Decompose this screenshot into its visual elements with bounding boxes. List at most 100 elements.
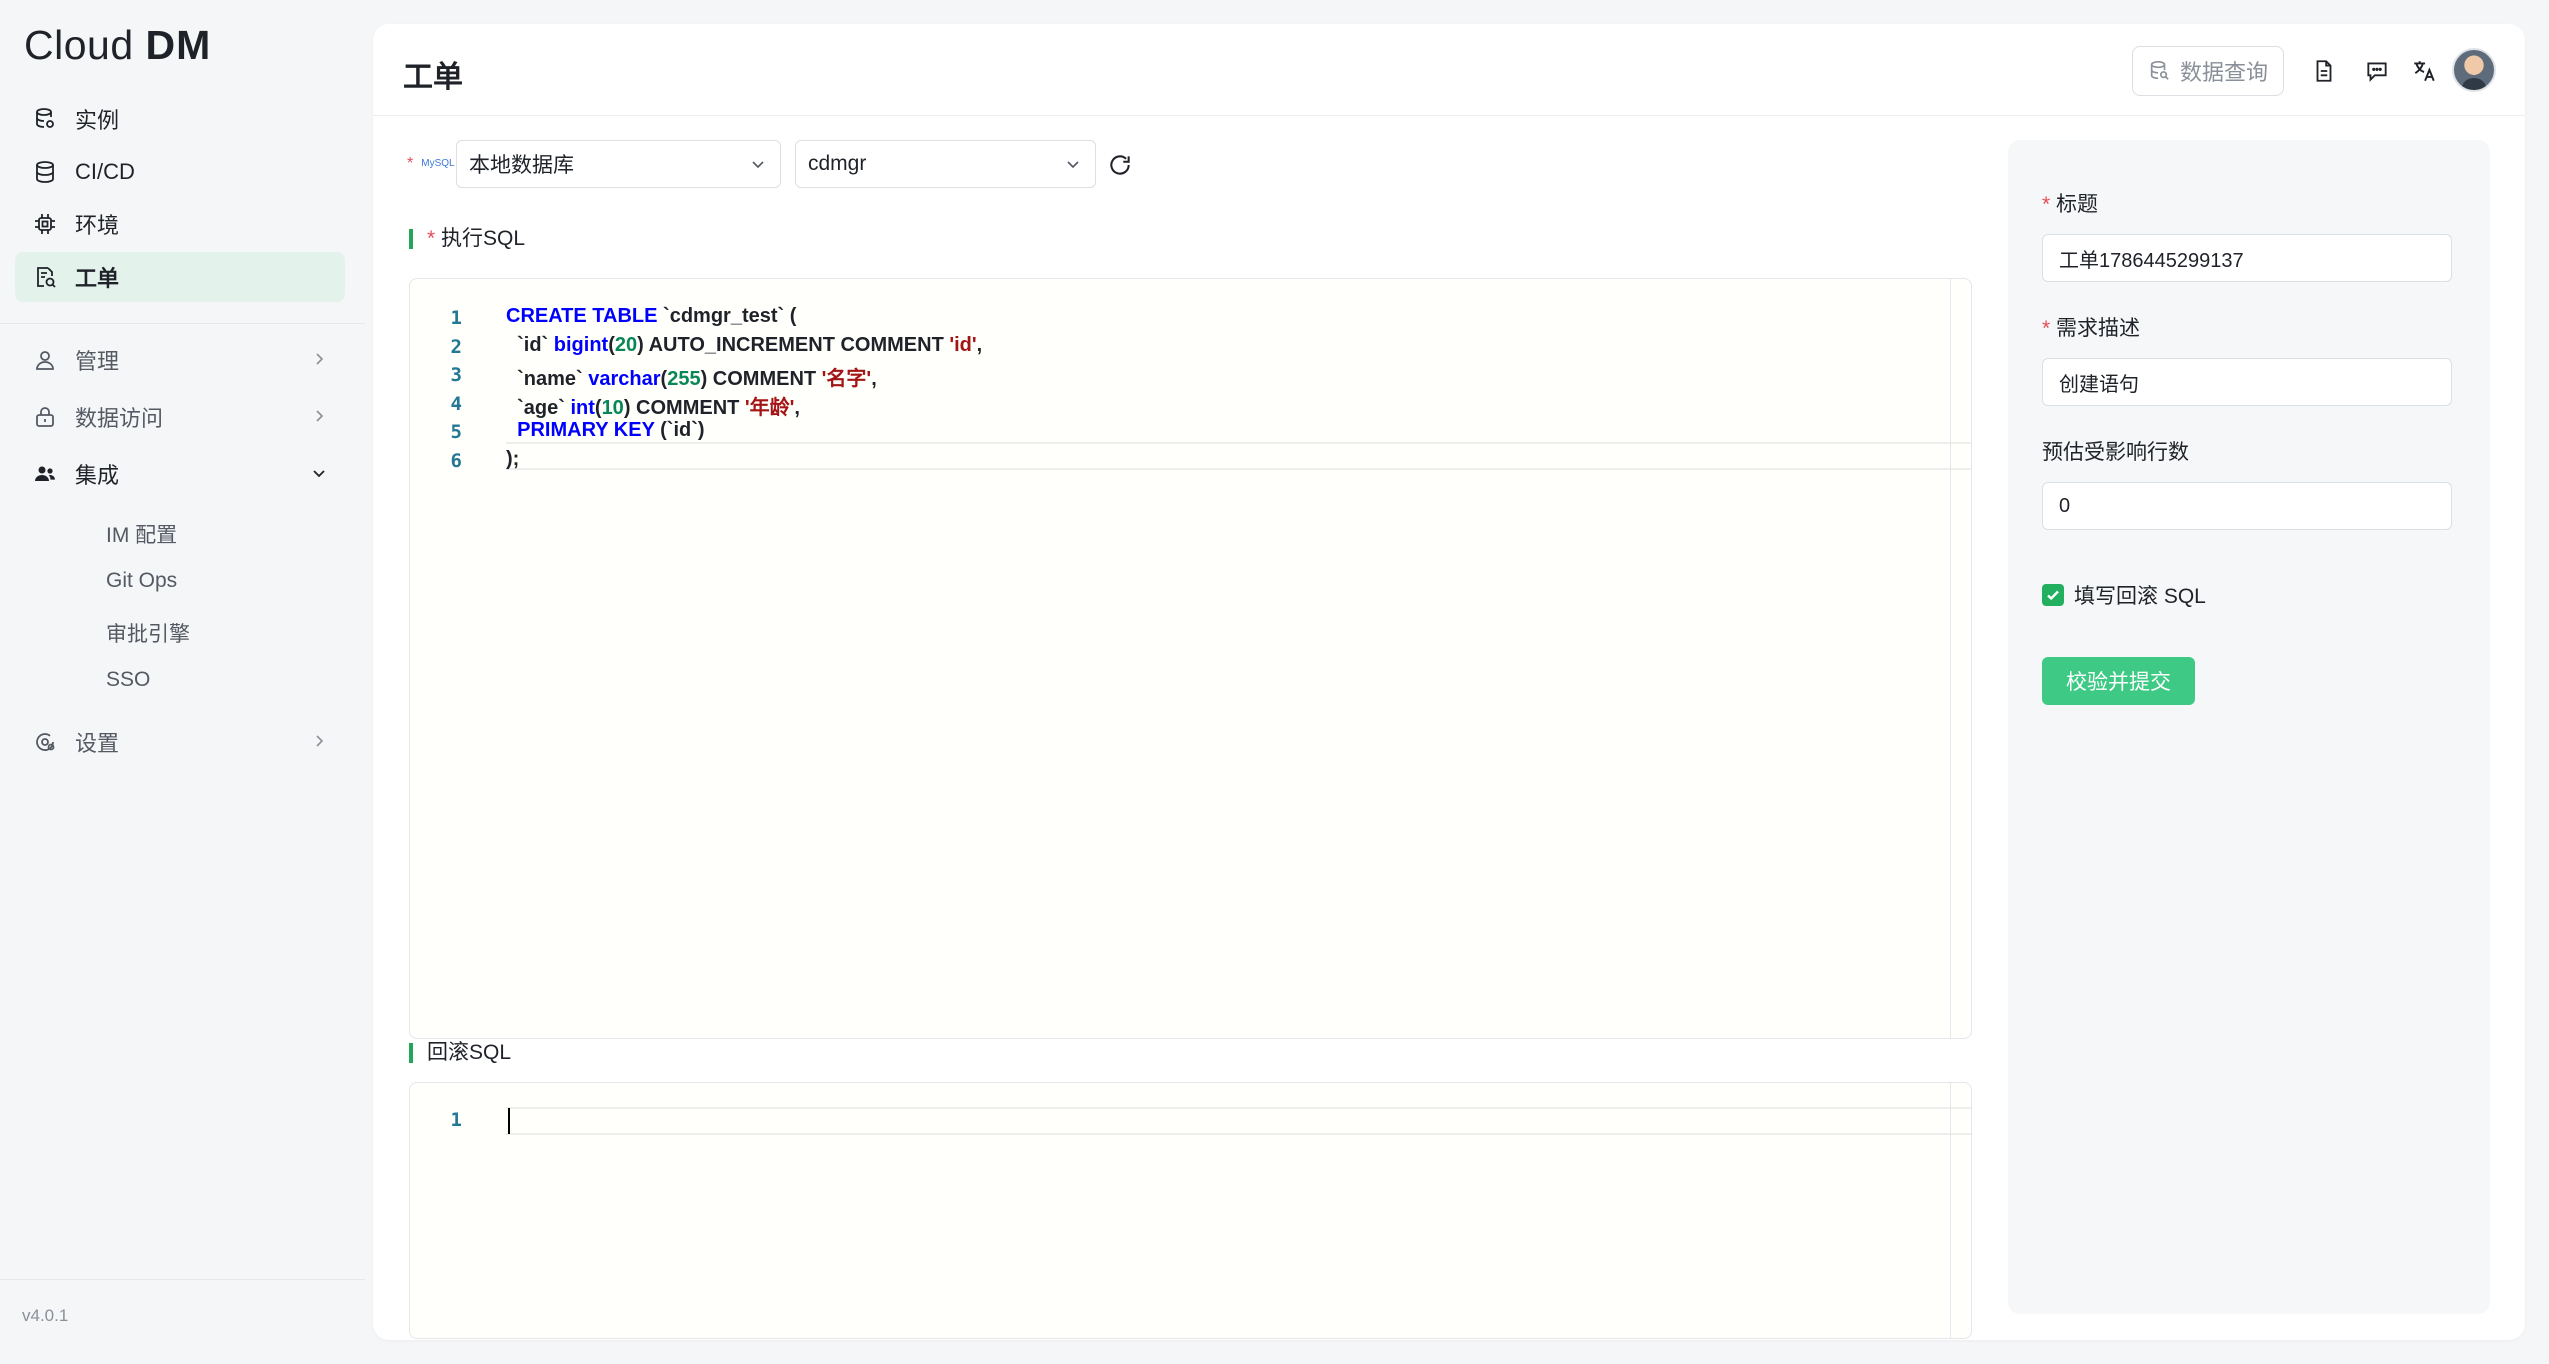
chevron-down-icon — [1063, 154, 1083, 174]
line-number: 4 — [450, 393, 462, 415]
sidebar-item-instances[interactable]: 实例 — [15, 94, 345, 144]
user-icon — [33, 348, 57, 372]
chip-icon — [33, 212, 57, 236]
refresh-icon[interactable] — [1107, 152, 1133, 178]
logo-text-light: Cloud — [24, 22, 134, 68]
sidebar-subitem-im-config[interactable]: IM 配置 — [106, 519, 177, 549]
sidebar-group-label: 集成 — [75, 463, 120, 488]
team-icon — [33, 462, 57, 486]
rollback-sql-label: 回滚SQL — [409, 1041, 512, 1064]
instance-select[interactable]: 本地数据库 — [456, 140, 781, 188]
description-label-text: 需求描述 — [2056, 317, 2141, 340]
required-mark: * — [2042, 193, 2051, 216]
data-query-label: 数据查询 — [2179, 60, 2268, 85]
line-number: 5 — [450, 421, 462, 443]
code-line: `id` bigint(20) AUTO_INCREMENT COMMENT '… — [506, 334, 983, 356]
main-card: 工单 数据查询 * MySQL 本地数据库 cdmgr * 执行SQL 1 2 … — [373, 24, 2525, 1340]
settings-icon — [33, 730, 57, 754]
rollback-sql-checkbox-row[interactable]: 填写回滚 SQL — [2042, 580, 2206, 610]
current-line-highlight — [506, 442, 1971, 470]
editor-scrollbar[interactable] — [1950, 279, 1951, 1038]
rollback-sql-checkbox-label: 填写回滚 SQL — [2074, 585, 2206, 608]
line-number: 3 — [450, 364, 462, 386]
database-stack-icon — [33, 107, 57, 131]
code-line: `name` varchar(255) COMMENT '名字', — [506, 368, 877, 390]
sidebar-group-data-access[interactable]: 数据访问 — [15, 392, 345, 442]
chevron-down-icon — [309, 463, 329, 483]
required-mark: * — [407, 155, 414, 172]
sidebar-subitem-approval-engine[interactable]: 审批引擎 — [106, 618, 190, 648]
sidebar-item-label: 环境 — [75, 213, 120, 238]
sidebar-item-environment[interactable]: 环境 — [15, 199, 345, 249]
sql-editor[interactable]: 1 2 3 4 5 6 CREATE TABLE `cdmgr_test` ( … — [409, 278, 1972, 1039]
rollback-sql-checkbox[interactable] — [2042, 584, 2064, 606]
database-icon — [33, 160, 57, 184]
check-icon — [2047, 590, 2059, 601]
mysql-logo-icon: MySQL — [421, 158, 455, 169]
description-label: * 需求描述 — [2042, 312, 2140, 342]
chevron-right-icon — [309, 349, 329, 369]
document-icon[interactable] — [2310, 57, 2338, 85]
lock-icon — [33, 405, 57, 429]
sidebar-group-label: 数据访问 — [75, 406, 164, 431]
title-input[interactable]: 工单1786445299137 — [2042, 234, 2452, 282]
chevron-right-icon — [309, 731, 329, 751]
datasource-row: * MySQL — [407, 140, 455, 188]
database-icon — [2150, 61, 2169, 80]
chevron-down-icon — [748, 154, 768, 174]
line-number: 1 — [450, 1109, 462, 1131]
code-line: ); — [506, 448, 520, 470]
text-cursor — [508, 1108, 510, 1134]
schema-select[interactable]: cdmgr — [795, 140, 1096, 188]
title-label: * 标题 — [2042, 188, 2098, 218]
sidebar-subitem-sso[interactable]: SSO — [106, 668, 150, 692]
translate-icon[interactable] — [2410, 57, 2438, 85]
page-header: 工单 数据查询 — [373, 24, 2525, 116]
logo-text-bold: DM — [145, 22, 212, 68]
app-version: v4.0.1 — [22, 1306, 69, 1325]
sidebar-item-label: 实例 — [75, 108, 120, 133]
sidebar-group-integration[interactable]: 集成 — [15, 449, 345, 499]
ticket-icon — [33, 265, 57, 289]
schema-select-value: cdmgr — [808, 152, 867, 175]
execute-sql-label: * 执行SQL — [409, 227, 526, 250]
chat-icon[interactable] — [2363, 57, 2391, 85]
instance-select-value: 本地数据库 — [469, 154, 574, 177]
rollback-sql-editor[interactable]: 1 — [409, 1082, 1972, 1339]
avatar[interactable] — [2452, 48, 2496, 92]
sidebar-group-label: 管理 — [75, 349, 120, 374]
sidebar-item-tickets[interactable]: 工单 — [15, 252, 345, 302]
line-number: 6 — [450, 450, 462, 472]
sidebar-group-settings[interactable]: 设置 — [15, 717, 345, 767]
page-title: 工单 — [403, 61, 463, 94]
sidebar-subitem-git-ops[interactable]: Git Ops — [106, 569, 177, 593]
app-logo[interactable]: Cloud DM — [24, 22, 211, 69]
line-number: 2 — [450, 336, 462, 358]
sidebar-item-label: 工单 — [75, 266, 120, 291]
editor-scrollbar[interactable] — [1950, 1083, 1951, 1338]
chevron-right-icon — [309, 406, 329, 426]
sidebar-group-label: 设置 — [75, 731, 120, 756]
required-mark: * — [427, 227, 436, 250]
title-label-text: 标题 — [2056, 193, 2099, 216]
sidebar-divider — [0, 323, 365, 324]
required-mark: * — [2042, 317, 2051, 340]
line-number: 1 — [450, 307, 462, 329]
ticket-form-panel: * 标题 工单1786445299137 * 需求描述 创建语句 预估受影响行数… — [2008, 140, 2490, 1314]
validate-submit-button[interactable]: 校验并提交 — [2042, 657, 2195, 705]
current-line-highlight — [506, 1107, 1971, 1135]
execute-sql-label-text: 执行SQL — [441, 227, 526, 250]
sidebar: Cloud DM 实例 CI/CD 环境 工单 管理 数据访问 集成 IM 配置… — [0, 0, 365, 1364]
affected-rows-input[interactable]: 0 — [2042, 482, 2452, 530]
sidebar-divider — [0, 1279, 365, 1280]
rollback-sql-label-text: 回滚SQL — [427, 1041, 512, 1064]
code-line: `age` int(10) COMMENT '年龄', — [506, 397, 800, 419]
sidebar-item-cicd[interactable]: CI/CD — [15, 147, 345, 197]
code-line: CREATE TABLE `cdmgr_test` ( — [506, 305, 797, 327]
data-query-button[interactable]: 数据查询 — [2132, 46, 2284, 96]
description-input[interactable]: 创建语句 — [2042, 358, 2452, 406]
code-line: PRIMARY KEY (`id`) — [517, 419, 705, 441]
affected-rows-label: 预估受影响行数 — [2042, 441, 2189, 464]
sidebar-group-management[interactable]: 管理 — [15, 335, 345, 385]
sidebar-item-label: CI/CD — [75, 159, 135, 184]
